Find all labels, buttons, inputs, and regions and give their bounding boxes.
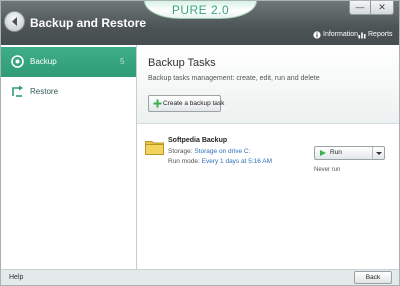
status-bar: Help Back (1, 269, 399, 285)
task-storage: Storage: Storage on drive C: (168, 148, 250, 155)
play-icon (320, 150, 326, 156)
sidebar-item-label: Backup (30, 57, 57, 66)
information-link[interactable]: Information (323, 31, 358, 38)
app-window: Backup and Restore PURE 2.0 — ✕ Backup 5… (0, 0, 400, 286)
run-button-label: Run (330, 149, 342, 156)
back-arrow-icon (12, 17, 17, 26)
sidebar-item-restore[interactable]: Restore (1, 77, 136, 107)
plus-icon (153, 99, 162, 108)
main-panel: Backup Tasks Backup tasks management: cr… (137, 45, 399, 269)
reports-link[interactable]: Reports (368, 31, 393, 38)
toolbar: Information Reports (136, 29, 399, 45)
chevron-down-icon[interactable] (376, 152, 382, 155)
run-button-divider (372, 147, 373, 159)
sidebar-item-backup[interactable]: Backup 5 (1, 47, 136, 77)
storage-label: Storage: (168, 148, 193, 155)
page-title: Backup Tasks (148, 57, 216, 69)
backup-icon (11, 55, 24, 68)
brand-tab: PURE 2.0 (144, 1, 257, 19)
task-status: Never run (314, 167, 341, 173)
help-link[interactable]: Help (9, 274, 23, 281)
restore-icon (12, 85, 23, 97)
back-button[interactable]: Back (354, 271, 392, 284)
task-name: Softpedia Backup (168, 137, 228, 144)
page-subtitle: Backup tasks management: create, edit, r… (148, 75, 320, 82)
window-title: Backup and Restore (30, 16, 147, 30)
sidebar-item-label: Restore (30, 87, 59, 96)
create-backup-task-label: Create a backup task (163, 100, 225, 107)
create-backup-task-button[interactable]: Create a backup task (148, 95, 225, 112)
back-nav-button[interactable] (4, 11, 25, 32)
folder-icon (145, 141, 164, 155)
info-icon (313, 31, 321, 39)
sidebar-item-badge: 5 (120, 57, 125, 66)
close-button[interactable]: ✕ (370, 1, 394, 15)
sidebar: Backup 5 Restore (1, 45, 137, 269)
task-run-mode: Run mode: Every 1 days at 5:16 AM (168, 158, 272, 165)
backup-task-item[interactable]: Softpedia Backup Storage: Storage on dri… (137, 135, 399, 195)
main-header: Backup Tasks Backup tasks management: cr… (137, 45, 399, 124)
brand-label: PURE 2.0 (171, 3, 230, 17)
run-mode-link[interactable]: Every 1 days at 5:16 AM (202, 158, 272, 165)
reports-icon (358, 32, 366, 39)
minimize-button[interactable]: — (349, 1, 371, 15)
run-button[interactable]: Run (314, 146, 385, 160)
run-mode-label: Run mode: (168, 158, 200, 165)
storage-link[interactable]: Storage on drive C: (194, 148, 250, 155)
